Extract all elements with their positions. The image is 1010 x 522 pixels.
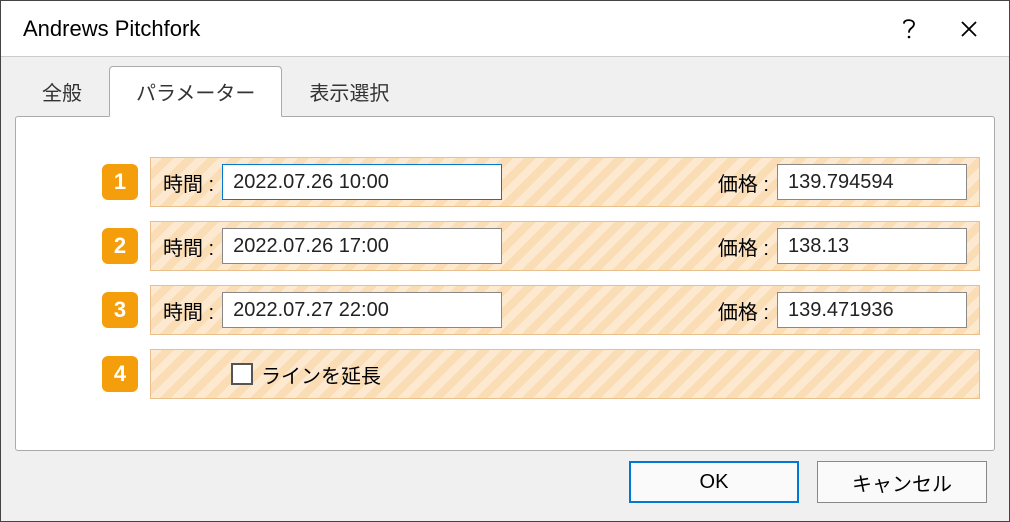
time-input-3[interactable]: [222, 292, 502, 328]
time-label-3: 時間 :: [163, 296, 214, 325]
marker-1: 1: [102, 164, 138, 200]
param-row-2: 2 時間 : 価格 :: [30, 221, 980, 271]
extend-lines-checkbox[interactable]: [231, 363, 253, 385]
time-input-1[interactable]: [222, 164, 502, 200]
price-label-2: 価格 :: [718, 232, 769, 261]
ok-button[interactable]: OK: [629, 461, 799, 503]
param-row-1: 1 時間 : 価格 :: [30, 157, 980, 207]
stripe-4: ラインを延長: [150, 349, 980, 399]
marker-2: 2: [102, 228, 138, 264]
cancel-button[interactable]: キャンセル: [817, 461, 987, 503]
price-input-3[interactable]: [777, 292, 967, 328]
marker-4: 4: [102, 356, 138, 392]
dialog-title: Andrews Pitchfork: [23, 16, 879, 42]
stripe-2: 時間 : 価格 :: [150, 221, 980, 271]
stripe-3: 時間 : 価格 :: [150, 285, 980, 335]
price-input-2[interactable]: [777, 228, 967, 264]
dialog-button-row: OK キャンセル: [15, 461, 995, 503]
tabstrip: 全般 パラメーター 表示選択: [15, 71, 995, 117]
close-button[interactable]: [939, 1, 999, 57]
time-label-2: 時間 :: [163, 232, 214, 261]
param-row-3: 3 時間 : 価格 :: [30, 285, 980, 335]
tab-panel-parameters: 1 時間 : 価格 : 2 時間 : 価格 :: [15, 116, 995, 451]
close-icon: [959, 19, 979, 39]
price-label-1: 価格 :: [718, 168, 769, 197]
time-input-2[interactable]: [222, 228, 502, 264]
tab-general[interactable]: 全般: [15, 66, 109, 117]
tab-parameters[interactable]: パラメーター: [109, 66, 282, 117]
help-button[interactable]: [879, 1, 939, 57]
time-label-1: 時間 :: [163, 168, 214, 197]
stripe-1: 時間 : 価格 :: [150, 157, 980, 207]
extend-lines-control[interactable]: ラインを延長: [231, 360, 381, 389]
help-icon: [901, 17, 917, 41]
price-input-1[interactable]: [777, 164, 967, 200]
price-label-3: 価格 :: [718, 296, 769, 325]
client-area: 全般 パラメーター 表示選択 1 時間 : 価格 : 2 時間 :: [1, 57, 1009, 521]
param-row-4: 4 ラインを延長: [30, 349, 980, 399]
dialog-window: Andrews Pitchfork 全般 パラメーター 表示選択 1 時間 :: [0, 0, 1010, 522]
tab-visibility[interactable]: 表示選択: [282, 66, 416, 117]
extend-lines-label: ラインを延長: [261, 360, 381, 389]
marker-3: 3: [102, 292, 138, 328]
titlebar: Andrews Pitchfork: [1, 1, 1009, 57]
